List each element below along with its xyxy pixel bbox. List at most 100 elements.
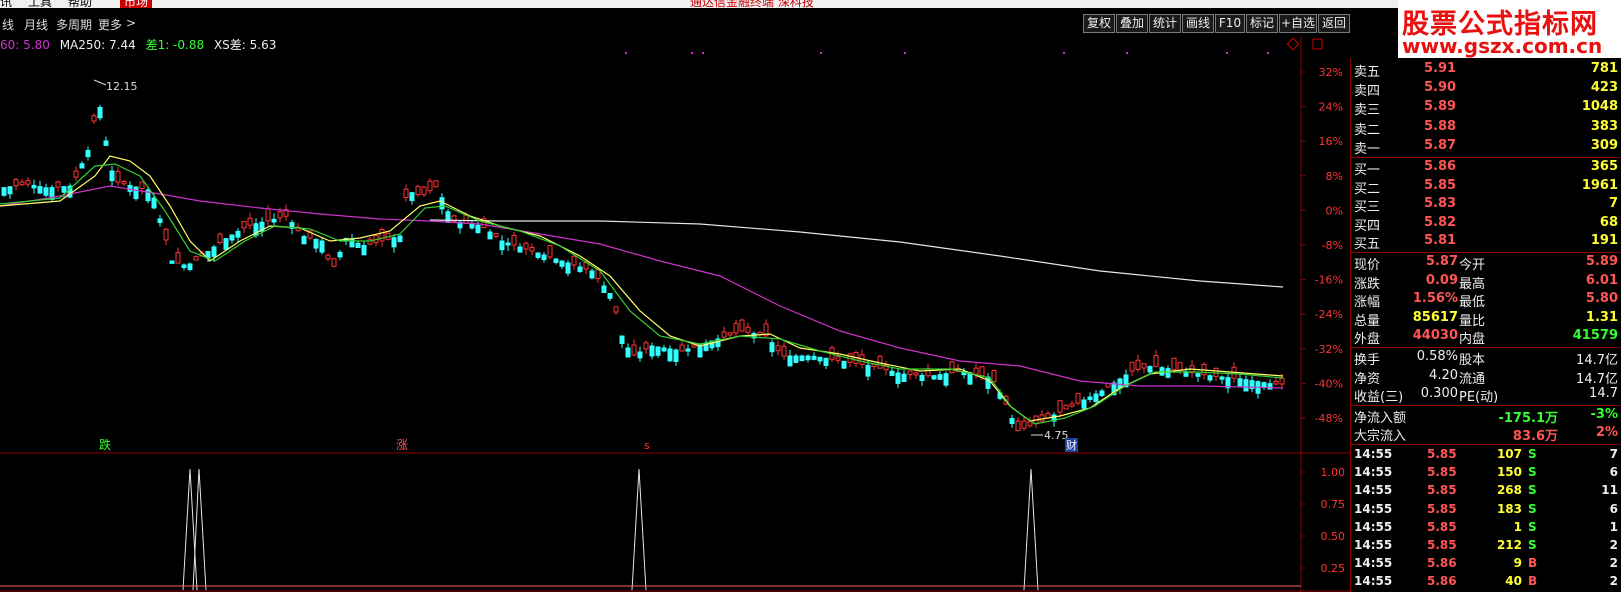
tick-side: S [1528,465,1537,480]
bid-row[interactable]: 买五 5.81 191 [1351,232,1621,252]
menu-bar: 讯 工具 帮助 市场 通达信金融终端 深科技 [0,0,1400,8]
candle-body [625,347,631,358]
candle-body [565,262,571,274]
bid-row[interactable]: 买一 5.86 365 [1351,158,1621,178]
signal-dot [820,52,822,54]
candle-body [1099,390,1105,396]
ask-label: 卖一 [1354,141,1381,157]
candle-body [1177,362,1183,372]
stat-label: 净资 [1354,371,1381,387]
overlay-button[interactable]: 叠加 [1116,14,1148,33]
bid-price: 5.86 [1424,159,1457,174]
candle-body [727,332,733,336]
site-logo: 股票公式指标网 www.gszx.com.cn [1398,0,1621,58]
candle-body [871,363,877,368]
candle-body [109,170,115,182]
candle-body [1009,418,1015,424]
menu-item-tools[interactable]: 工具 [28,0,52,8]
tick-row: 14:55 5.85 150 S 6 [1351,464,1621,482]
candle-body [1147,366,1153,373]
candle-body [799,355,805,362]
candle-body [1075,392,1081,404]
menu-item-info[interactable]: 讯 [0,0,12,8]
candle-body [673,349,679,362]
more-arrow-icon[interactable]: > [126,16,136,30]
candle-body [241,221,247,229]
tick-row: 14:55 5.85 268 S 11 [1351,482,1621,500]
bid-price: 5.85 [1424,177,1457,193]
tick-price: 5.85 [1427,501,1457,516]
candle-body [805,355,811,361]
ask-row[interactable]: 卖四 5.90 423 [1351,79,1621,99]
candle-body [1153,355,1159,368]
candle-body [643,342,649,350]
stat-value: 0.09 [1425,272,1458,288]
period-month[interactable]: 月线 [24,16,48,33]
stat-value: 5.89 [1585,254,1618,269]
f10-button[interactable]: F10 [1215,14,1245,33]
fuquan-button[interactable]: 复权 [1083,14,1115,33]
event-rise[interactable]: 涨 [396,437,408,452]
candle-body [1021,420,1027,429]
candle-body [1093,393,1099,402]
sub-tick-label: 1.00 [1321,466,1346,479]
candle-body [553,258,559,263]
close-panel-icon[interactable] [1312,38,1323,50]
signal-dot [691,52,693,54]
candle-body [73,170,79,178]
stats-button[interactable]: 统计 [1149,14,1181,33]
candle-body [319,240,325,253]
candle-body [649,345,655,357]
candle-body [1273,381,1279,385]
bid-row[interactable]: 买二 5.85 1961 [1351,177,1621,197]
candle-body [523,242,529,250]
market-button[interactable]: 市场 [120,0,153,8]
tick-volume: 212 [1496,538,1522,552]
tick-side: S [1528,519,1537,534]
purple-dots [625,52,1269,54]
candle-body [421,186,427,196]
ask-row[interactable]: 卖三 5.89 1048 [1351,98,1621,118]
period-multi[interactable]: 多周期 [56,16,92,33]
moving-average-lines [0,155,1284,425]
candle-body [367,238,373,245]
candle-body [313,239,319,249]
menu-item-help[interactable]: 帮助 [68,0,92,8]
candle-body [943,373,949,386]
stat-label: 收益(三) [1354,390,1404,406]
candle-body [1141,363,1147,369]
candle-body [505,242,511,246]
kline-chart[interactable]: 32% 24% 16% 8% 0% -8% -16% -24% -32% -40% -48% 1.0… [0,36,1350,592]
settings-icon[interactable] [1286,37,1300,51]
price-tick-label: 32% [1319,66,1343,79]
ask-row[interactable]: 卖一 5.87 309 [1351,137,1621,157]
candle-body [469,223,475,229]
back-button[interactable]: 返回 [1318,14,1350,33]
candle-body [331,258,337,267]
bid-row[interactable]: 买四 5.82 68 [1351,214,1621,234]
signal-dot [1063,52,1065,54]
candle-body [931,375,937,380]
bid-row[interactable]: 买三 5.83 7 [1351,195,1621,215]
window-title: 通达信金融终端 深科技 [690,0,814,8]
event-fall[interactable]: 跌 [99,437,111,452]
period-week[interactable]: 线 [2,16,14,33]
candle-body [967,372,973,385]
stat-row: 外盘 44030 内盘 41579 [1351,327,1621,347]
candle-body [1063,404,1069,410]
draw-line-button[interactable]: 画线 [1182,14,1214,33]
add-watchlist-button[interactable]: +自选 [1279,14,1317,33]
ask-row[interactable]: 卖二 5.88 383 [1351,118,1621,138]
candle-body [31,184,37,189]
stat-label: 今开 [1459,258,1486,273]
candle-body [139,181,145,189]
event-s[interactable]: s [644,439,650,452]
ask-row[interactable]: 卖五 5.91 781 [1351,60,1621,80]
stat-row: 净资 4.20 流通 14.7亿 [1351,367,1621,387]
period-more[interactable]: 更多 [98,16,122,33]
tick-side: S [1528,447,1537,461]
candle-body [103,140,109,146]
mark-button[interactable]: 标记 [1246,14,1278,33]
event-cai[interactable]: 财 [1066,438,1077,452]
candle-body [55,181,61,188]
